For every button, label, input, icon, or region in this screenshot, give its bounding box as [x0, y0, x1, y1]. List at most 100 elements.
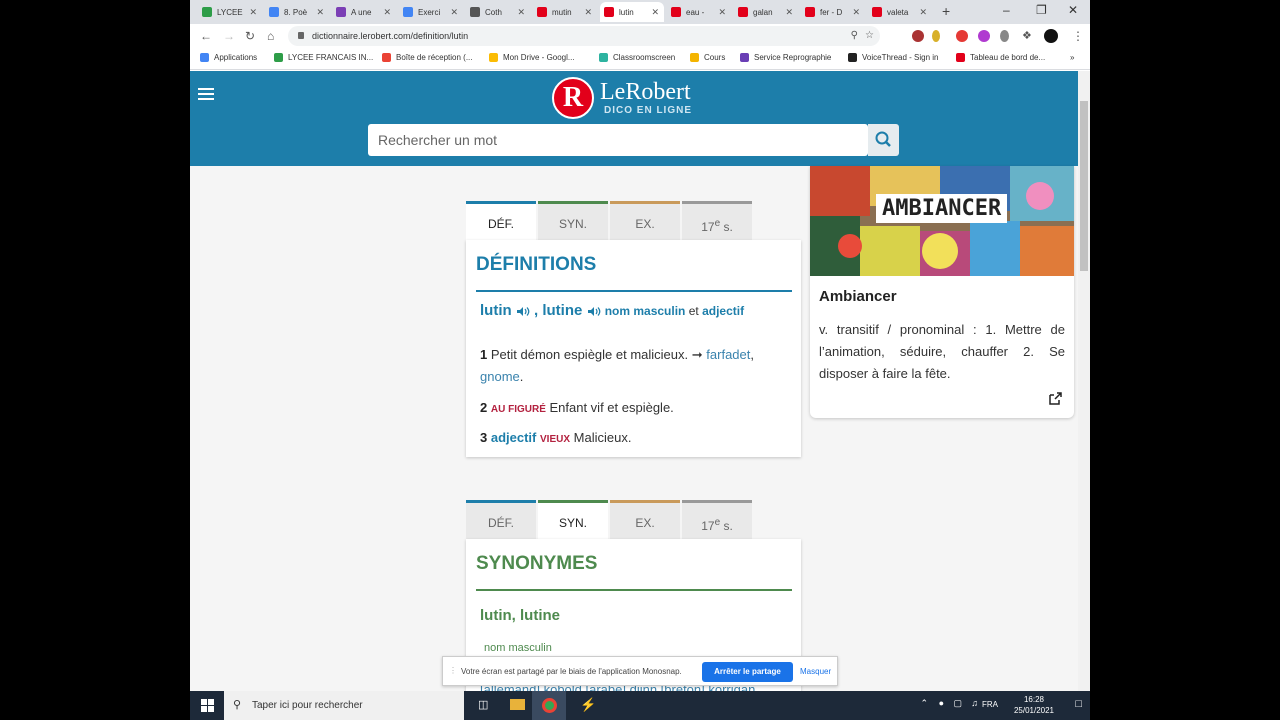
- network-icon[interactable]: ▢: [953, 698, 962, 709]
- bookmark-star-icon[interactable]: ☆: [865, 26, 874, 46]
- windows-start-icon[interactable]: [201, 699, 214, 712]
- browser-tab[interactable]: A une ✕: [332, 2, 396, 22]
- word-of-day-card[interactable]: AMBIANCER Ambiancer v. transitif / prono…: [810, 166, 1074, 418]
- bookmarks-overflow-icon[interactable]: »: [1070, 53, 1074, 62]
- hamburger-menu-icon[interactable]: [198, 88, 214, 100]
- forward-icon[interactable]: →: [223, 29, 235, 43]
- tab-definitions[interactable]: DÉF.: [466, 500, 536, 540]
- hide-button[interactable]: Masquer: [800, 667, 831, 676]
- taskbar-clock[interactable]: 16:28 25/01/2021: [1014, 694, 1054, 716]
- tab-exemples[interactable]: EX.: [610, 500, 680, 540]
- bookmark-item[interactable]: Classroomscreen: [599, 53, 675, 62]
- grammar-nom-masculin: nom masculin: [604, 304, 686, 318]
- tab-exemples[interactable]: EX.: [610, 201, 680, 241]
- speaker-icon[interactable]: [587, 306, 601, 317]
- speaker-icon[interactable]: [516, 306, 530, 317]
- browser-tab[interactable]: valeta ✕: [868, 2, 932, 22]
- browser-tab[interactable]: lutin ✕: [600, 2, 664, 22]
- tab-synonymes[interactable]: SYN.: [538, 201, 608, 241]
- chrome-taskbar-icon[interactable]: [532, 691, 566, 720]
- bookmark-item[interactable]: LYCEE FRANCAIS IN...: [274, 53, 373, 62]
- tab-favicon-icon: [403, 7, 413, 17]
- sense-number: 2: [480, 400, 488, 415]
- minimize-icon[interactable]: –: [1003, 3, 1010, 17]
- tab-label: Coth: [485, 7, 502, 17]
- search-input[interactable]: Rechercher un mot: [368, 124, 868, 156]
- definitions-divider: [476, 290, 792, 292]
- zoom-icon[interactable]: ⚲: [851, 26, 858, 46]
- bookmark-item[interactable]: Applications: [200, 53, 257, 62]
- tab-close-icon[interactable]: ✕: [718, 7, 726, 18]
- tab-close-icon[interactable]: ✕: [316, 7, 324, 18]
- browser-tab[interactable]: Exerci ✕: [399, 2, 463, 22]
- address-bar[interactable]: dictionnaire.lerobert.com/definition/lut…: [288, 26, 880, 46]
- bookmark-favicon-icon: [740, 53, 749, 62]
- browser-tab[interactable]: Coth ✕: [466, 2, 530, 22]
- tab-close-icon[interactable]: ✕: [919, 7, 927, 18]
- tab-definitions[interactable]: DÉF.: [466, 201, 536, 241]
- browser-tab[interactable]: fer - D ✕: [801, 2, 865, 22]
- browser-tab[interactable]: LYCEE ✕: [198, 2, 262, 22]
- tab-close-icon[interactable]: ✕: [517, 7, 525, 18]
- extension-icon[interactable]: [978, 30, 990, 42]
- volume-icon[interactable]: ♫: [971, 698, 978, 708]
- browser-tab[interactable]: 8. Poè ✕: [265, 2, 329, 22]
- tab-century[interactable]: 17e s.: [682, 500, 752, 540]
- tab-century[interactable]: 17e s.: [682, 201, 752, 241]
- menu-kebab-icon[interactable]: ⋮: [1072, 29, 1084, 43]
- bookmark-favicon-icon: [956, 53, 965, 62]
- page-scrollbar[interactable]: [1078, 71, 1090, 691]
- tab-label: A une: [351, 7, 372, 17]
- notifications-icon[interactable]: □: [1075, 698, 1082, 710]
- tab-close-icon[interactable]: ✕: [450, 7, 458, 18]
- restore-icon[interactable]: ❐: [1036, 3, 1047, 17]
- bookmark-label: Mon Drive - Googl...: [503, 53, 575, 62]
- tab-synonymes[interactable]: SYN.: [538, 500, 608, 540]
- le-robert-logo[interactable]: R LeRobert DICO EN LIGNE: [552, 77, 702, 119]
- bookmark-item[interactable]: VoiceThread - Sign in: [848, 53, 939, 62]
- bookmark-item[interactable]: Service Reprographie: [740, 53, 831, 62]
- profile-avatar[interactable]: [1044, 29, 1058, 43]
- extension-icon[interactable]: [932, 30, 940, 42]
- tab-favicon-icon: [604, 7, 614, 17]
- task-view-icon[interactable]: ◫: [478, 698, 488, 711]
- reload-icon[interactable]: ↻: [245, 29, 255, 43]
- puzzle-extensions-icon[interactable]: ❖: [1022, 29, 1032, 42]
- tab-close-icon[interactable]: ✕: [852, 7, 860, 18]
- bookmark-item[interactable]: Boîte de réception (...: [382, 53, 473, 62]
- bookmark-item[interactable]: Tableau de bord de...: [956, 53, 1045, 62]
- browser-tab[interactable]: mutin ✕: [533, 2, 597, 22]
- browser-tab[interactable]: galan ✕: [734, 2, 798, 22]
- app-taskbar-icon[interactable]: ⚡: [580, 697, 596, 713]
- external-link-icon[interactable]: [1048, 392, 1062, 406]
- language-indicator[interactable]: FRA: [982, 700, 998, 709]
- extension-icon[interactable]: [912, 30, 924, 42]
- home-icon[interactable]: ⌂: [267, 29, 274, 43]
- extension-icon[interactable]: [1000, 30, 1009, 42]
- bookmark-item[interactable]: Cours: [690, 53, 725, 62]
- microphone-icon[interactable]: ●: [939, 698, 944, 708]
- link-gnome[interactable]: gnome: [480, 369, 520, 384]
- taskbar-search[interactable]: ⚲ Taper ici pour rechercher: [224, 691, 464, 720]
- bookmark-favicon-icon: [200, 53, 209, 62]
- scrollbar-thumb[interactable]: [1080, 101, 1088, 271]
- search-button[interactable]: [868, 124, 899, 156]
- record-extension-icon[interactable]: [956, 30, 968, 42]
- tab-close-icon[interactable]: ✕: [249, 7, 257, 18]
- sense-text: Enfant vif et espiègle.: [549, 400, 674, 415]
- bookmark-label: Applications: [214, 53, 258, 62]
- bookmark-item[interactable]: Mon Drive - Googl...: [489, 53, 575, 62]
- tab-close-icon[interactable]: ✕: [651, 7, 659, 18]
- browser-tab[interactable]: eau - ✕: [667, 2, 731, 22]
- tab-close-icon[interactable]: ✕: [383, 7, 391, 18]
- tab-close-icon[interactable]: ✕: [584, 7, 592, 18]
- file-explorer-icon[interactable]: [510, 699, 525, 710]
- new-tab-button[interactable]: +: [942, 3, 950, 19]
- tab-close-icon[interactable]: ✕: [785, 7, 793, 18]
- tray-chevron-icon[interactable]: ⌃: [920, 698, 928, 709]
- back-icon[interactable]: ←: [200, 29, 212, 43]
- stop-sharing-button[interactable]: Arrêter le partage: [702, 662, 793, 682]
- close-window-icon[interactable]: ✕: [1068, 3, 1078, 17]
- drag-handle-icon[interactable]: ⋮: [449, 666, 457, 675]
- link-farfadet[interactable]: farfadet: [706, 347, 750, 362]
